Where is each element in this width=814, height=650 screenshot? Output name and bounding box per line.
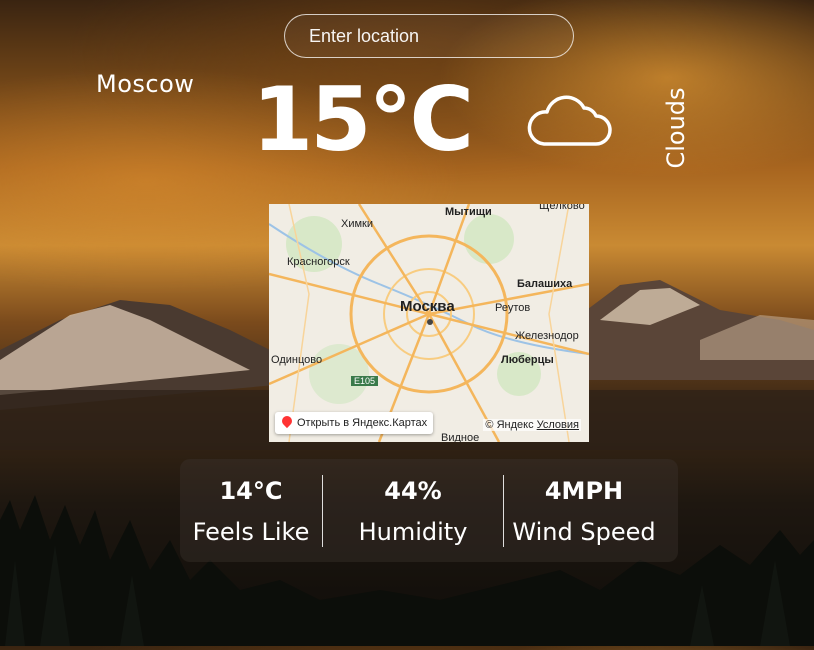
- wind-speed-label: Wind Speed: [512, 517, 656, 546]
- map-label-zheleznodorozhny: Железнодор: [515, 330, 579, 342]
- map-roads: [269, 204, 589, 442]
- cloud-icon: [527, 95, 612, 146]
- map-label-shchelkovo: Щёлково: [539, 204, 585, 212]
- location-search-input[interactable]: [285, 15, 573, 57]
- feels-like-value: 14°C: [219, 476, 283, 505]
- location-map[interactable]: Химки Мытищи Щёлково Красногорск Балаших…: [269, 204, 589, 442]
- map-label-vidnoe: Видное: [441, 432, 480, 442]
- wind-speed-value: 4MPH: [544, 476, 624, 505]
- map-copyright: © Яндекс Условия: [483, 419, 581, 431]
- map-label-mytishchi: Мытищи: [445, 206, 492, 218]
- map-label-balashikha: Балашиха: [517, 278, 573, 290]
- map-label-odintsovo: Одинцово: [271, 354, 323, 366]
- map-copyright-text: © Яндекс: [485, 419, 534, 431]
- location-search-box[interactable]: [284, 14, 574, 58]
- weather-stats-panel: 14°C Feels Like 44% Humidity 4MPH Wind S…: [180, 459, 678, 562]
- city-name: Moscow: [96, 70, 195, 98]
- humidity-stat: 44% Humidity: [323, 475, 503, 547]
- map-label-krasnogorsk: Красногорск: [287, 256, 350, 268]
- map-label-khimki: Химки: [341, 218, 374, 230]
- temperature: 15°C: [252, 68, 474, 171]
- humidity-value: 44%: [384, 476, 442, 505]
- open-in-yandex-maps-label: Открыть в Яндекс.Картах: [297, 417, 428, 429]
- map-label-moskva: Москва: [400, 298, 455, 315]
- open-in-yandex-maps-link[interactable]: Открыть в Яндекс.Картах: [275, 412, 434, 434]
- feels-like-stat: 14°C Feels Like: [180, 475, 322, 547]
- wind-speed-stat: 4MPH Wind Speed: [504, 475, 664, 547]
- map-label-lyubertsy: Люберцы: [501, 354, 554, 366]
- map-road-sign: E105: [351, 376, 379, 386]
- weather-condition: Clouds: [662, 87, 690, 169]
- humidity-label: Humidity: [358, 517, 468, 546]
- map-label-reutov: Реутов: [495, 302, 531, 314]
- map-pin-icon: [279, 413, 295, 429]
- feels-like-label: Feels Like: [192, 517, 310, 546]
- map-terms-link[interactable]: Условия: [537, 419, 579, 431]
